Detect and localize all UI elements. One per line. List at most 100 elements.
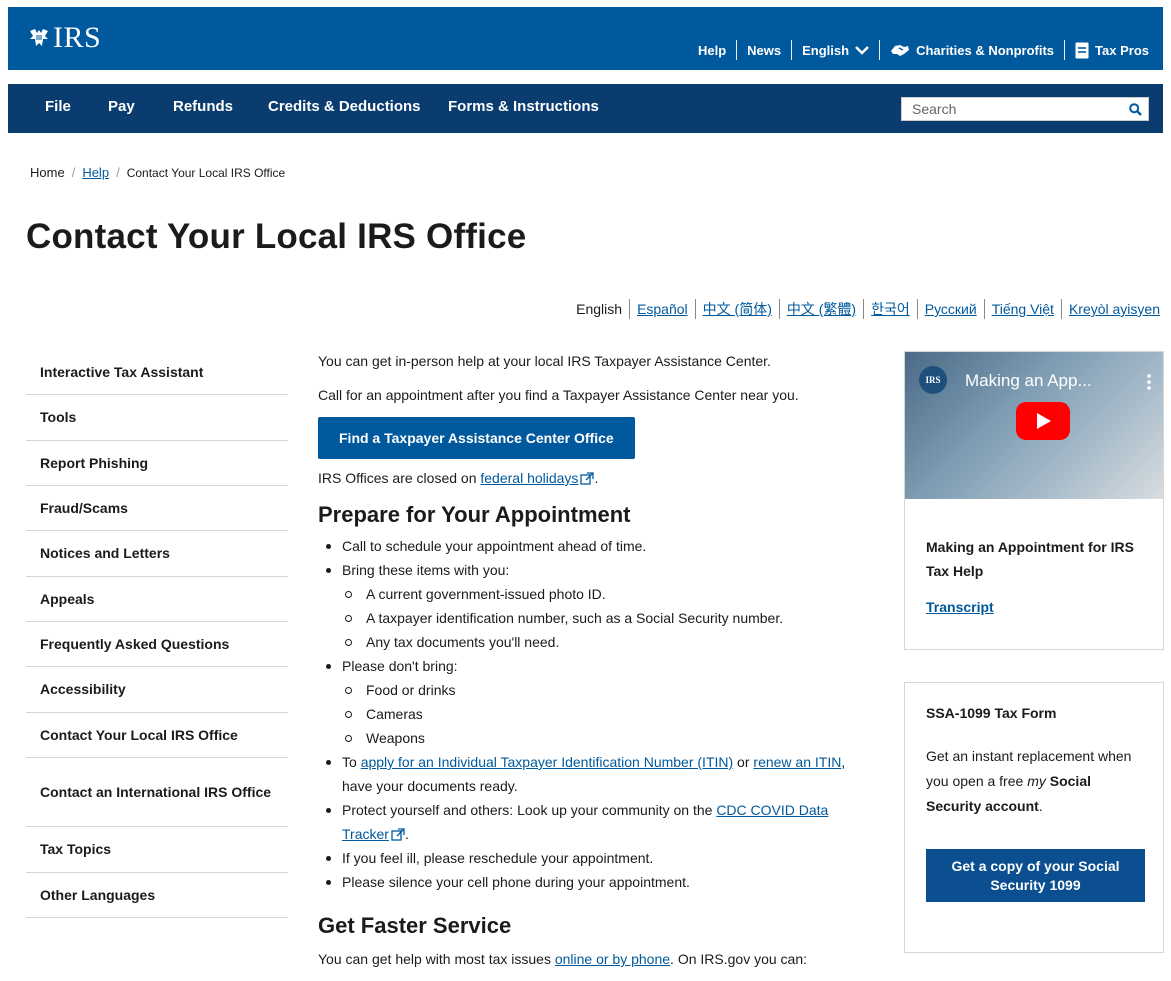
search-input[interactable] (902, 98, 1122, 120)
list-item-text: Bring these items with you: (342, 562, 510, 578)
breadcrumb-separator: / (71, 165, 76, 180)
nav-file[interactable]: File (45, 98, 71, 115)
sidebar-item-notices-letters[interactable]: Notices and Letters (26, 531, 288, 577)
renew-itin-link[interactable]: renew an ITIN (753, 754, 841, 770)
closed-text: IRS Offices are closed on (318, 470, 481, 486)
nav-credits-deductions[interactable]: Credits & Deductions (268, 98, 421, 115)
main-content: You can get in-person help at your local… (318, 351, 868, 969)
find-tac-office-button[interactable]: Find a Taxpayer Assistance Center Office (318, 417, 635, 459)
video-title: Making an App... (965, 371, 1092, 390)
utility-separator (879, 40, 881, 60)
nav-forms-instructions[interactable]: Forms & Instructions (448, 98, 599, 115)
ssa-text-end: . (1038, 798, 1043, 814)
news-link[interactable]: News (737, 43, 791, 58)
sidebar-item-interactive-tax-assistant[interactable]: Interactive Tax Assistant (26, 351, 288, 395)
sidebar-item-tax-topics[interactable]: Tax Topics (26, 827, 288, 873)
faster-service-heading: Get Faster Service (318, 913, 512, 938)
external-link-icon (391, 828, 405, 841)
list-item: A taxpayer identification number, such a… (342, 606, 868, 630)
lang-chinese-simplified[interactable]: 中文 (简体) (696, 299, 779, 319)
search-box (901, 97, 1149, 121)
sidebar-item-accessibility[interactable]: Accessibility (26, 667, 288, 713)
lang-haitian-creole[interactable]: Kreyòl ayisyen (1062, 301, 1160, 317)
list-item: Please silence your cell phone during yo… (318, 870, 868, 894)
sidebar-item-faq[interactable]: Frequently Asked Questions (26, 622, 288, 667)
play-icon (1037, 413, 1051, 429)
top-header: IRS Help News English Charities & Nonpro… (8, 7, 1163, 70)
sidebar-item-other-languages[interactable]: Other Languages (26, 873, 288, 918)
utility-separator (1064, 40, 1066, 60)
eagle-seal-icon (30, 29, 48, 46)
video-card: IRS Making an App... Making an Appointme… (904, 351, 1164, 650)
taxpros-link[interactable]: Tax Pros (1065, 42, 1149, 59)
list-item: A current government-issued photo ID. (342, 582, 868, 606)
ssa-text-my: my (1027, 773, 1046, 789)
list-item: To apply for an Individual Taxpayer Iden… (318, 750, 868, 798)
list-item: Cameras (342, 702, 868, 726)
handshake-icon (891, 45, 910, 56)
transcript-link[interactable]: Transcript (926, 595, 994, 619)
ssa-1099-card: SSA-1099 Tax Form Get an instant replace… (904, 682, 1164, 953)
intro-text: Call for an appointment after you find a… (318, 387, 799, 403)
list-item-text: Please don't bring: (342, 658, 458, 674)
lang-spanish[interactable]: Español (630, 301, 695, 317)
video-player[interactable]: IRS Making an App... (905, 352, 1163, 499)
utility-separator (736, 40, 738, 60)
sidebar-item-fraud-scams[interactable]: Fraud/Scams (26, 486, 288, 531)
sidebar-item-contact-local-office[interactable]: Contact Your Local IRS Office (26, 713, 288, 758)
breadcrumb-home[interactable]: Home (30, 165, 65, 180)
sidebar-item-tools[interactable]: Tools (26, 395, 288, 441)
lang-russian[interactable]: Русский (918, 301, 984, 317)
dont-bring-list: Food or drinks Cameras Weapons (342, 678, 868, 750)
irs-logo[interactable]: IRS (28, 23, 101, 53)
lang-english: English (576, 301, 623, 317)
apply-itin-link[interactable]: apply for an Individual Taxpayer Identif… (361, 754, 733, 770)
prepare-list: Call to schedule your appointment ahead … (318, 534, 868, 894)
online-or-phone-link[interactable]: online or by phone (555, 951, 670, 967)
faster-service-text: You can get help with most tax issues on… (318, 949, 868, 969)
help-link[interactable]: Help (688, 43, 736, 58)
closed-text-end: . (594, 470, 599, 486)
faster-text-end: . On IRS.gov you can: (670, 951, 808, 967)
logo-text: IRS (53, 21, 102, 54)
list-item: Food or drinks (342, 678, 868, 702)
breadcrumb-help[interactable]: Help (82, 165, 109, 180)
ssa-card-title: SSA-1099 Tax Form (926, 705, 1057, 721)
external-link-icon (580, 472, 595, 485)
sidebar-item-contact-international-office[interactable]: Contact an International IRS Office (26, 758, 288, 827)
nav-refunds[interactable]: Refunds (173, 98, 233, 115)
lang-vietnamese[interactable]: Tiếng Việt (985, 301, 1061, 317)
sidebar-nav: Interactive Tax Assistant Tools Report P… (26, 351, 288, 918)
closed-notice: IRS Offices are closed on federal holida… (318, 468, 868, 488)
more-options-icon[interactable] (1147, 374, 1151, 390)
federal-holidays-link[interactable]: federal holidays (480, 470, 578, 486)
chevron-down-icon (855, 46, 869, 55)
language-dropdown-label: English (802, 42, 850, 58)
get-ssa-1099-button[interactable]: Get a copy of your Social Security 1099 (926, 849, 1145, 902)
list-item: If you feel ill, please reschedule your … (318, 846, 868, 870)
language-dropdown[interactable]: English (792, 43, 879, 58)
ssa-card-text: Get an instant replacement when you open… (926, 744, 1148, 819)
list-item: Bring these items with you: A current go… (318, 558, 868, 654)
page-title: Contact Your Local IRS Office (26, 217, 527, 256)
nav-pay[interactable]: Pay (108, 98, 135, 115)
breadcrumb: Home / Help / Contact Your Local IRS Off… (30, 165, 285, 180)
breadcrumb-current: Contact Your Local IRS Office (126, 165, 286, 180)
sidebar-item-report-phishing[interactable]: Report Phishing (26, 441, 288, 486)
list-item-text: To (342, 754, 361, 770)
list-item-text: or (733, 754, 754, 770)
lang-korean[interactable]: 한국어 (864, 299, 917, 319)
sidebar-item-appeals[interactable]: Appeals (26, 577, 288, 622)
video-card-title: Making an Appointment for IRS Tax Help (926, 539, 1134, 579)
faster-text: You can get help with most tax issues (318, 951, 555, 967)
search-button[interactable] (1122, 98, 1148, 120)
utility-separator (791, 40, 793, 60)
charities-link[interactable]: Charities & Nonprofits (880, 42, 1064, 58)
main-nav: File Pay Refunds Credits & Deductions Fo… (8, 84, 1163, 133)
list-item: Please don't bring: Food or drinks Camer… (318, 654, 868, 750)
search-icon (1128, 102, 1142, 116)
irs-seal-icon: IRS (919, 366, 947, 394)
play-button[interactable] (1016, 402, 1070, 440)
lang-chinese-traditional[interactable]: 中文 (繁體) (780, 299, 863, 319)
language-bar: English Español 中文 (简体) 中文 (繁體) 한국어 Русс… (569, 299, 1160, 319)
